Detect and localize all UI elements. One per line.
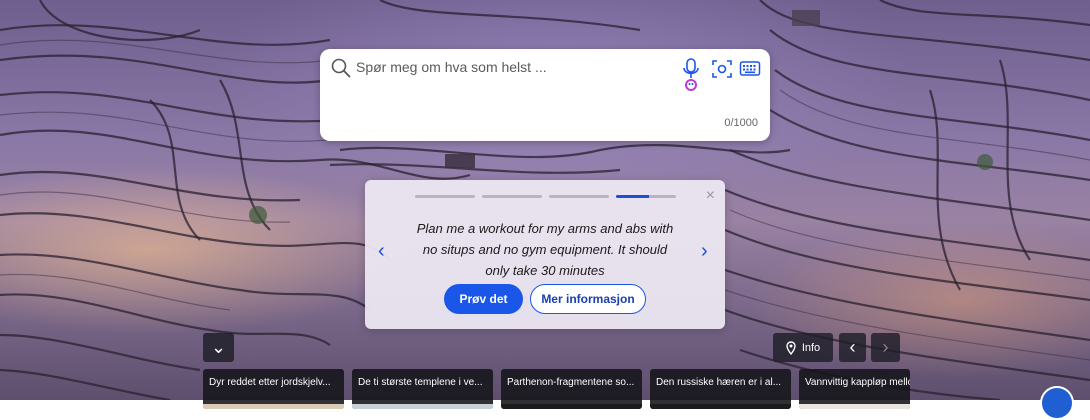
news-thumbnail: [650, 404, 791, 409]
close-icon[interactable]: ×: [706, 188, 715, 204]
news-thumbnail: [352, 404, 493, 409]
news-card[interactable]: Parthenon-fragmentene so...: [501, 369, 642, 409]
chevron-left-icon: ‹: [849, 337, 856, 357]
info-label: Info: [801, 341, 821, 354]
more-info-button[interactable]: Mer informasjon: [530, 284, 646, 314]
news-title: De ti største templene i ve...: [358, 377, 483, 388]
news-card[interactable]: De ti største templene i ve...: [352, 369, 493, 409]
char-counter: 0/1000: [724, 117, 758, 129]
try-it-button[interactable]: Prøv det: [444, 284, 523, 314]
carousel-step[interactable]: [549, 195, 609, 198]
search-box[interactable]: 0/1000: [320, 49, 770, 141]
suggestion-text: Plan me a workout for my arms and abs wi…: [416, 221, 674, 278]
next-image-button[interactable]: ›: [871, 333, 900, 362]
info-button[interactable]: Info: [773, 333, 833, 362]
search-icon: [331, 58, 351, 78]
carousel-progress: [415, 195, 676, 198]
news-card[interactable]: Dyr reddet etter jordskjelv...: [203, 369, 344, 409]
location-pin-icon: [786, 340, 796, 355]
carousel-step[interactable]: [482, 195, 542, 198]
suggestion-card: × ‹ Plan me a workout for my arms and ab…: [365, 180, 725, 329]
microphone-icon[interactable]: [680, 57, 702, 93]
prev-image-button[interactable]: ‹: [839, 333, 866, 362]
news-feed: Dyr reddet etter jordskjelv... De ti stø…: [203, 369, 910, 409]
news-card[interactable]: Vannvittig kappløp mellom: [799, 369, 910, 409]
news-title: Parthenon-fragmentene so...: [507, 377, 635, 388]
news-title: Den russiske hæren er i al...: [656, 377, 782, 388]
chevron-right-icon[interactable]: ›: [701, 240, 708, 263]
news-thumbnail: [501, 404, 642, 409]
carousel-step[interactable]: [415, 195, 475, 198]
keyboard-icon[interactable]: [739, 60, 761, 78]
carousel-step-active[interactable]: [616, 195, 676, 198]
news-title: Dyr reddet etter jordskjelv...: [209, 377, 331, 388]
search-input[interactable]: [356, 59, 656, 75]
news-card[interactable]: Den russiske hæren er i al...: [650, 369, 791, 409]
news-thumbnail: [799, 404, 910, 409]
news-title: Vannvittig kappløp mellom: [805, 377, 910, 388]
chevron-right-icon: ›: [882, 337, 889, 357]
collapse-feed-button[interactable]: ⌄: [203, 333, 234, 362]
news-thumbnail: [203, 404, 344, 409]
chevron-down-icon: ⌄: [210, 337, 227, 357]
assistant-avatar-icon[interactable]: [1040, 386, 1074, 420]
chevron-left-icon[interactable]: ‹: [378, 240, 385, 263]
visual-search-icon[interactable]: [711, 58, 733, 80]
